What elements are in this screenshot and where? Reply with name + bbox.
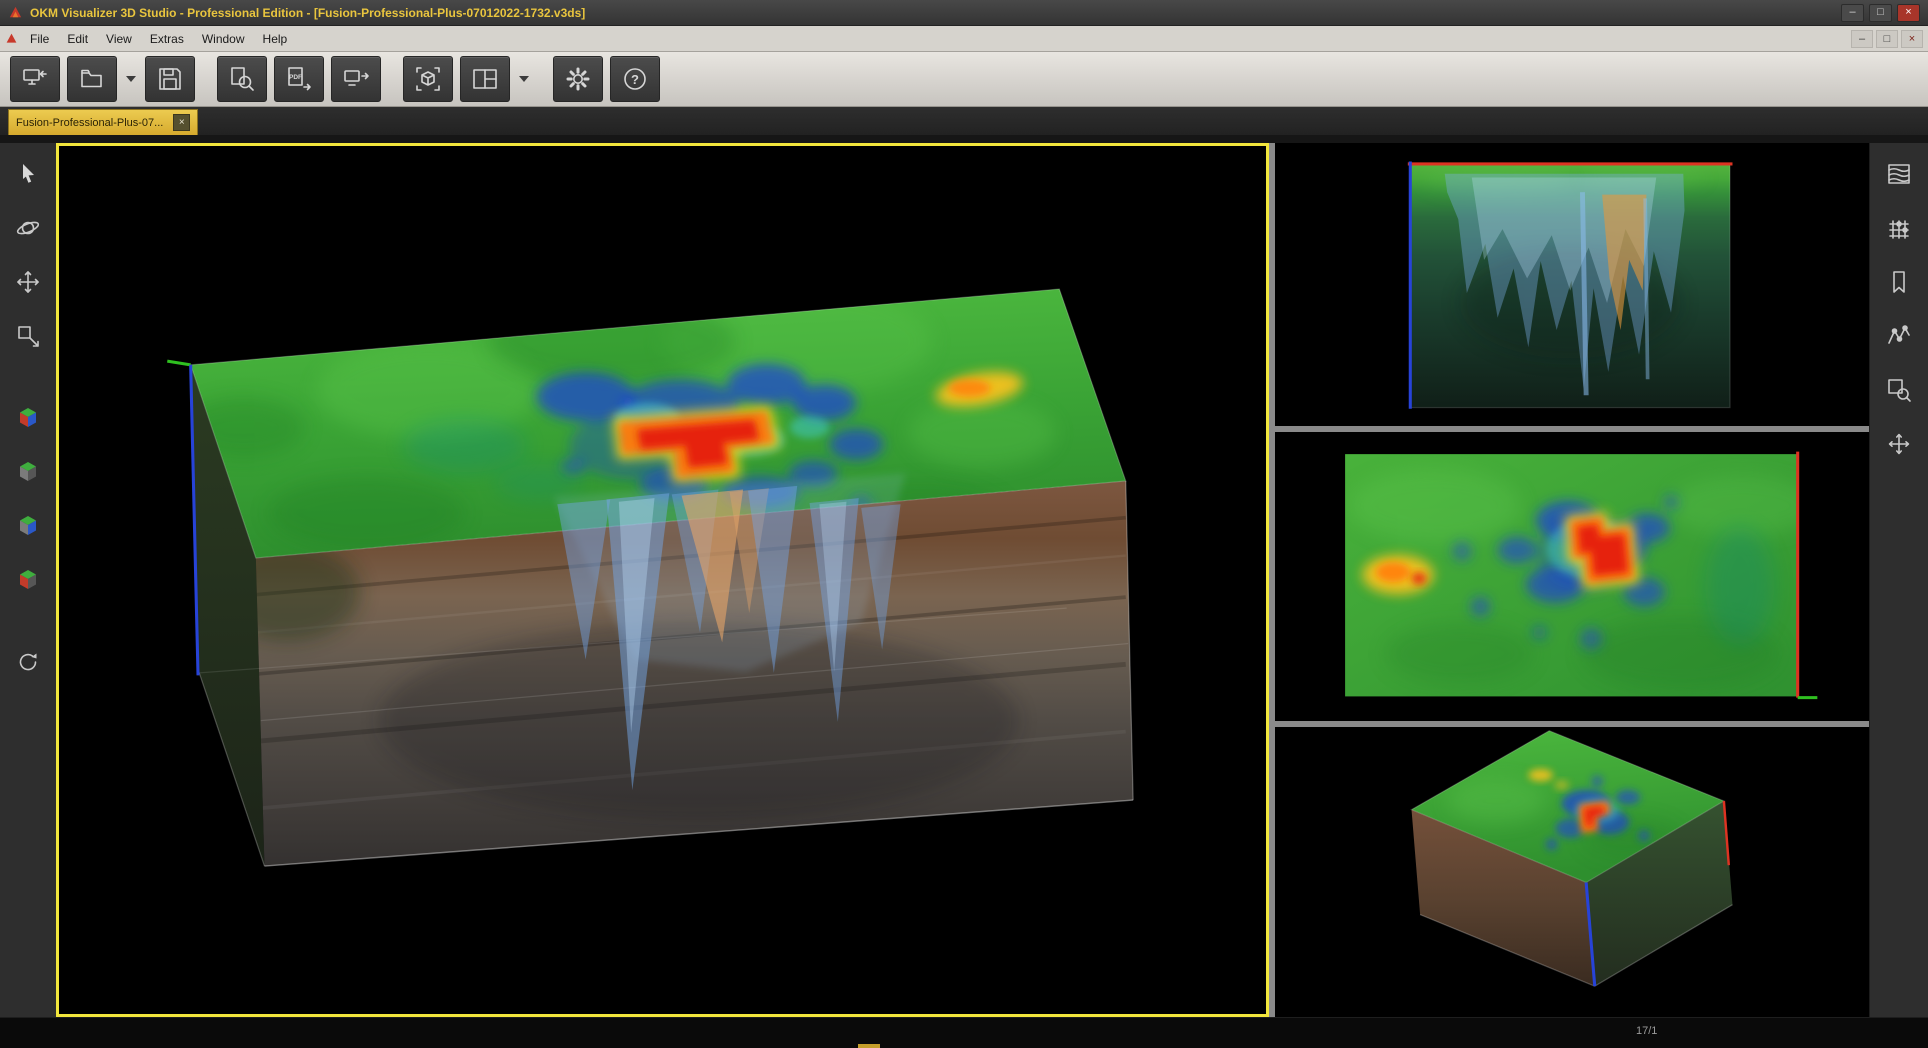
document-tabbar: Fusion-Professional-Plus-07... × [0,107,1928,135]
right-toolstrip [1869,143,1928,1017]
view-top-button[interactable] [7,451,49,493]
tab-fusion-professional-plus[interactable]: Fusion-Professional-Plus-07... × [8,109,198,135]
view-front-button[interactable] [7,559,49,601]
move-arrows-icon [15,269,41,295]
cube-3d-icon [15,405,41,431]
mdi-minimize-button[interactable]: – [1851,30,1873,48]
signal-path-icon [1886,323,1912,349]
menu-file[interactable]: File [21,28,58,50]
secondary-viewports [1275,143,1869,1017]
side-view-scene [1275,143,1869,426]
cube-front-icon [15,567,41,593]
export-view-button[interactable] [331,56,381,102]
minimize-button[interactable]: – [1841,4,1864,22]
menu-edit[interactable]: Edit [58,28,97,50]
grid-snap-icon [1886,215,1912,241]
orbit-icon [15,215,41,241]
open-file-button[interactable] [67,56,117,102]
cube-side-icon [15,513,41,539]
main-toolbar: PDF [0,52,1928,107]
settings-gear-icon [564,65,592,93]
main-3d-viewport[interactable] [56,143,1269,1017]
menu-extras[interactable]: Extras [141,28,193,50]
close-button[interactable]: × [1897,4,1920,22]
side-view-viewport[interactable] [1275,143,1869,426]
mdi-window-controls: – □ × [1851,30,1923,48]
open-file-dropdown[interactable] [126,76,136,82]
bookmark-button[interactable] [1878,261,1920,303]
mdi-restore-button[interactable]: □ [1876,30,1898,48]
main-3d-scene [59,146,1266,1014]
select-tool-button[interactable] [7,153,49,195]
zoom-document-button[interactable] [217,56,267,102]
soil-layers-button[interactable] [1878,153,1920,195]
status-position-text: 17/1 [1636,1025,1657,1037]
reset-rotation-icon [15,649,41,675]
iso-view-scene [1275,727,1869,1017]
help-button[interactable]: ? [610,56,660,102]
app-logo-icon [8,5,23,20]
left-toolstrip [0,143,56,1017]
top-view-viewport[interactable] [1275,432,1869,721]
fit-3d-cube-icon [414,65,442,93]
soil-layers-icon [1886,161,1912,187]
bookmark-icon [1886,269,1912,295]
settings-button[interactable] [553,56,603,102]
window-title: OKM Visualizer 3D Studio - Professional … [30,6,585,20]
svg-text:?: ? [631,72,639,87]
svg-text:PDF: PDF [289,74,302,81]
titlebar: OKM Visualizer 3D Studio - Professional … [0,0,1928,26]
status-marker[interactable] [858,1044,880,1048]
top-view-scene [1275,432,1869,721]
layout-views-button[interactable] [460,56,510,102]
open-folder-icon [78,65,106,93]
region-detail-button[interactable] [1878,369,1920,411]
maximize-button[interactable]: □ [1869,4,1892,22]
orbit-tool-button[interactable] [7,207,49,249]
tab-label: Fusion-Professional-Plus-07... [16,117,163,129]
scale-tool-button[interactable] [7,315,49,357]
menu-view[interactable]: View [97,28,141,50]
grid-snap-button[interactable] [1878,207,1920,249]
iso-view-viewport[interactable] [1275,727,1869,1017]
view-3d-button[interactable] [7,397,49,439]
view-side-button[interactable] [7,505,49,547]
menu-app-icon [5,32,18,45]
menu-help[interactable]: Help [254,28,297,50]
app-window: OKM Visualizer 3D Studio - Professional … [0,0,1928,1048]
reset-view-button[interactable] [7,641,49,683]
fit-3d-view-button[interactable] [403,56,453,102]
pan-views-button[interactable] [1878,423,1920,465]
layout-views-icon [471,65,499,93]
window-controls: – □ × [1841,4,1920,22]
statusbar: 17/1 [0,1017,1928,1048]
cube-top-icon [15,459,41,485]
save-icon [156,65,184,93]
pan-tool-button[interactable] [7,261,49,303]
export-pdf-button[interactable]: PDF [274,56,324,102]
region-zoom-icon [1886,377,1912,403]
menu-window[interactable]: Window [193,28,254,50]
menubar: File Edit View Extras Window Help – □ × [0,26,1928,52]
export-view-icon [342,65,370,93]
zoom-document-icon [228,65,256,93]
help-icon: ? [621,65,649,93]
tab-close-icon[interactable]: × [173,114,190,131]
workspace [0,135,1928,1017]
mdi-close-button[interactable]: × [1901,30,1923,48]
import-scan-button[interactable] [10,56,60,102]
pan-views-icon [1886,431,1912,457]
cursor-icon [15,161,41,187]
layout-views-dropdown[interactable] [519,76,529,82]
export-pdf-icon: PDF [285,65,313,93]
save-button[interactable] [145,56,195,102]
signal-analysis-button[interactable] [1878,315,1920,357]
scale-icon [15,323,41,349]
import-scan-icon [21,65,49,93]
